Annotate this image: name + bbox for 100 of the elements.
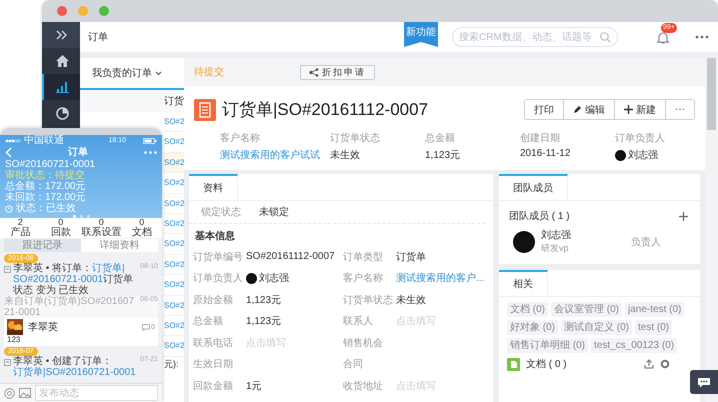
field-label: 锁定状态 xyxy=(201,206,242,219)
approval-status: 审批状态：待提交 xyxy=(5,170,86,181)
order-link[interactable]: SO#20160721-0001 xyxy=(46,367,136,378)
chat-button[interactable] xyxy=(690,370,718,394)
order-title: 订货单|SO#20161112-0007 xyxy=(222,99,428,121)
related-tag[interactable]: 测试自定义 (0) xyxy=(561,320,632,335)
documents-heading: 文档 ( 0 ) xyxy=(526,358,568,371)
customer-link[interactable]: 测试搜索用的客户... xyxy=(396,271,484,286)
total-amount: 总金额：172.00元 xyxy=(5,181,87,192)
summary-label: 客户名称 xyxy=(220,132,260,145)
list-total-label: 元): xyxy=(164,358,178,369)
scroll-bar[interactable] xyxy=(705,58,718,402)
field-label: 联系电话 xyxy=(193,336,234,350)
feed-event-text: 李翠英 • 将订单：订货单| SO#20160721-0001订货单状态 变为 已生效 xyxy=(13,263,134,296)
order-link[interactable]: 订货单| xyxy=(92,263,125,274)
list-row[interactable]: SO#2 xyxy=(163,254,184,276)
info-tab[interactable]: 资料 xyxy=(189,174,238,200)
post-input-field[interactable]: 发布动态 xyxy=(35,385,158,401)
related-tag[interactable]: 好对象 (0) xyxy=(507,320,558,335)
list-row[interactable]: SO#2 xyxy=(163,275,184,296)
summary-value: 未生效 xyxy=(330,148,360,162)
settings-icon[interactable] xyxy=(660,359,670,369)
list-row[interactable]: SO#2 xyxy=(163,214,184,234)
bar-chart-icon xyxy=(56,81,68,93)
discount-request-button[interactable]: 折扣申请 xyxy=(300,64,375,80)
list-row[interactable]: SO#2 xyxy=(163,173,184,194)
bell-icon[interactable] xyxy=(657,30,669,44)
new-feature-ribbon[interactable]: 新功能 xyxy=(404,22,438,47)
summary-label: 创建日期 xyxy=(520,132,560,145)
plus-icon xyxy=(624,105,633,114)
related-tag[interactable]: jane-test (0) xyxy=(625,302,684,317)
related-tag[interactable]: test (0) xyxy=(635,320,672,335)
summary-value: 1,123元 xyxy=(425,149,460,162)
more-icon[interactable] xyxy=(695,35,709,39)
summary-value: 刘志强 xyxy=(628,148,658,162)
customer-link[interactable]: 测试搜索用的客户试试 xyxy=(220,148,320,162)
stat-count: 0 xyxy=(98,218,104,227)
section-title: 基本信息 xyxy=(194,230,236,244)
document-icon xyxy=(507,358,520,370)
order-link[interactable]: 订货单| xyxy=(13,367,46,378)
member-role: 负责人 xyxy=(631,236,661,248)
caret-icon xyxy=(155,70,162,76)
segment-tab[interactable]: 详细资料 xyxy=(81,239,158,252)
field-value: 订货单 xyxy=(396,250,426,264)
avatar xyxy=(246,272,257,284)
record-icon xyxy=(4,266,11,273)
upload-icon[interactable] xyxy=(644,359,654,369)
stat-label: 联系设置 xyxy=(81,227,122,238)
related-tag[interactable]: 会议室管理 (0) xyxy=(551,302,622,317)
list-row[interactable]: SO#2 xyxy=(163,336,184,357)
avatar xyxy=(513,230,535,252)
field-label: 订单负责人 xyxy=(193,272,243,286)
pie-chart-icon xyxy=(56,106,68,120)
action-button[interactable]: 打印 xyxy=(525,100,564,119)
related-tab[interactable]: 相关 xyxy=(499,270,548,296)
team-tab[interactable]: 团队成员 xyxy=(499,174,568,200)
avatar xyxy=(615,150,626,160)
list-row[interactable]: SO#2 xyxy=(163,194,184,214)
order-link[interactable]: SO#20160721-0001 xyxy=(13,274,104,285)
list-row[interactable]: SO#2 xyxy=(163,152,184,174)
home-icon xyxy=(56,55,68,67)
sidebar-item[interactable] xyxy=(42,22,80,48)
battery-icon xyxy=(143,138,157,144)
screen-title: 订单 xyxy=(68,146,88,159)
feed-event-text: 李翠英 • 创建了订单： 订货单|SO#20160721-0001 xyxy=(13,356,137,378)
stat-count: 0 xyxy=(58,218,64,227)
post-body: 123 xyxy=(7,335,22,345)
search-field[interactable]: 搜索CRM数据、动态、话题等 xyxy=(452,27,618,47)
field-value: 刘志强 xyxy=(259,272,289,286)
field-label: 原始金额 xyxy=(193,294,234,307)
segment-tab[interactable]: 跟进记录 xyxy=(4,239,81,252)
post-author: 李翠英 xyxy=(28,320,59,334)
more-icon[interactable] xyxy=(144,151,157,154)
order-state: 状态：已生效 xyxy=(16,203,76,214)
list-row[interactable]: SO#2 xyxy=(163,296,184,316)
field-value: 1元 xyxy=(246,380,262,393)
team-heading: 团队成员 ( 1 ) xyxy=(509,210,570,223)
related-tag[interactable]: 销售订单明细 (0) xyxy=(507,338,588,353)
field-value: 未锁定 xyxy=(259,206,289,219)
order-number: SO#20160721-0001 xyxy=(5,159,96,170)
sidebar-item[interactable] xyxy=(42,74,80,100)
list-row[interactable]: SO#2 xyxy=(163,234,184,255)
close-button[interactable] xyxy=(57,6,67,16)
add-icon[interactable] xyxy=(679,212,688,220)
related-tag[interactable]: 文档 (0) xyxy=(507,302,548,317)
field-label: 收货地址 xyxy=(343,380,384,393)
related-tag[interactable]: test_cs_00123 (0) xyxy=(591,338,678,353)
clock-icon xyxy=(5,204,13,212)
mention-icon[interactable] xyxy=(4,388,15,398)
stat-count: 2 xyxy=(18,218,23,227)
image-icon[interactable] xyxy=(19,388,31,398)
stat-count: 0 xyxy=(139,218,144,227)
comment-icon[interactable] xyxy=(142,324,150,330)
signal-icon xyxy=(5,138,21,142)
field-label: 合同 xyxy=(343,358,364,372)
list-row[interactable]: SO#2 xyxy=(163,316,184,336)
back-icon[interactable] xyxy=(5,147,12,158)
expand-icon xyxy=(56,30,68,40)
search-icon xyxy=(600,32,611,42)
carrier-name: 中国联通 xyxy=(24,135,64,146)
